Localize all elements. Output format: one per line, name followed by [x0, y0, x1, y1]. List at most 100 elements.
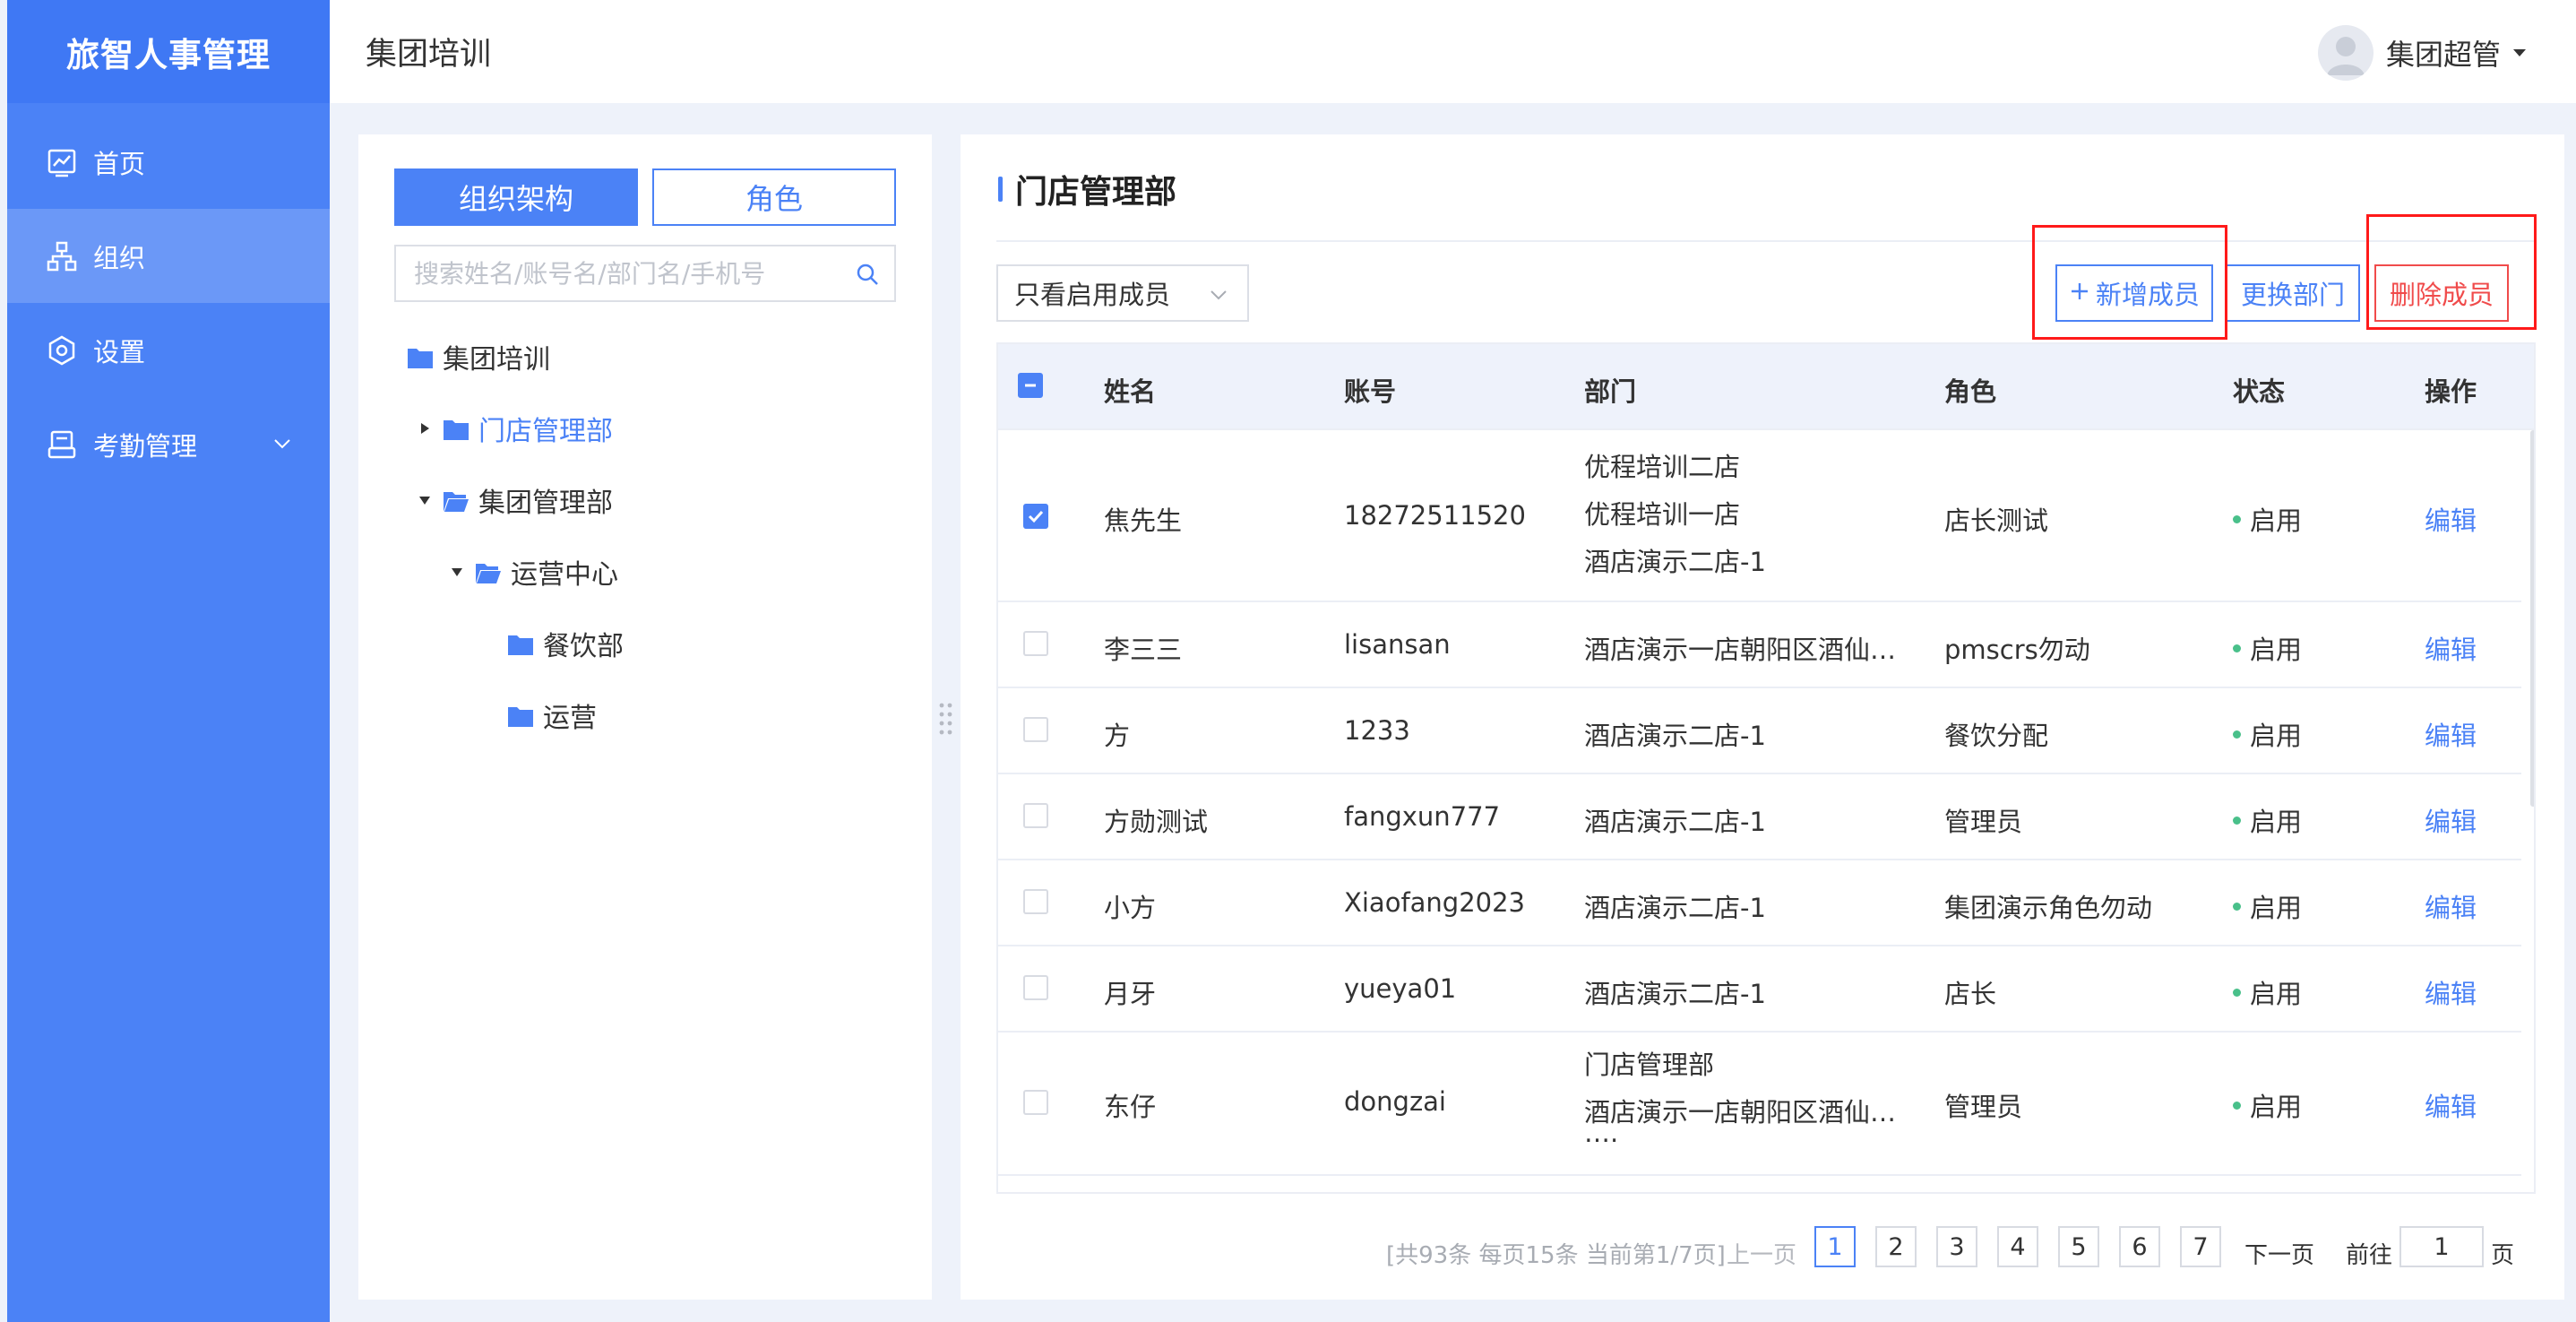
highlight-box-delete	[2366, 214, 2537, 330]
department-line: 优程培训二店	[1584, 452, 1741, 482]
cell-department: 门店管理部 酒店演示一店朝阳区酒仙… ….	[1584, 1041, 1896, 1146]
caret-right-icon[interactable]	[416, 419, 434, 437]
highlight-box-add	[2032, 225, 2227, 340]
sidebar-item-settings[interactable]: 设置	[7, 303, 330, 397]
folder-icon	[443, 417, 470, 440]
table-scrollbar[interactable]	[2530, 430, 2534, 807]
tree-node-label: 门店管理部	[478, 416, 613, 447]
edit-link[interactable]: 编辑	[2425, 887, 2477, 925]
sidebar-item-home[interactable]: 首页	[7, 115, 330, 209]
folder-open-icon	[475, 560, 502, 583]
column-header-action: 操作	[2425, 376, 2477, 407]
department-line: 酒店演示二店-1	[1584, 547, 1766, 577]
change-department-button[interactable]: 更换部门	[2226, 264, 2360, 322]
table-row: 小方 Xiaofang2023 酒店演示二店-1 集团演示角色勿动 启用 编辑	[998, 860, 2521, 946]
table-header: 姓名 账号 部门 角色 状态 操作	[998, 344, 2534, 430]
tab-org-structure[interactable]: 组织架构	[394, 168, 638, 226]
sidebar-item-org[interactable]: 组织	[7, 209, 330, 303]
prev-page-button[interactable]: 上一页	[1727, 1237, 1796, 1270]
caret-down-icon[interactable]	[416, 491, 434, 509]
cell-account: fangxun777	[1344, 801, 1501, 832]
row-checkbox[interactable]	[1023, 975, 1048, 1000]
department-title-text: 门店管理部	[1015, 174, 1177, 211]
page-button-4[interactable]: 4	[1997, 1226, 2038, 1267]
edit-link[interactable]: 编辑	[2425, 973, 2477, 1011]
edit-link[interactable]: 编辑	[2425, 801, 2477, 839]
tree-node-label: 运营中心	[511, 559, 618, 591]
status-dot	[2233, 730, 2241, 739]
row-checkbox[interactable]	[1023, 504, 1048, 529]
row-checkbox[interactable]	[1023, 803, 1048, 828]
row-checkbox[interactable]	[1023, 1090, 1048, 1115]
cell-department: 酒店演示一店朝阳区酒仙…	[1584, 635, 1897, 665]
status-dot	[2233, 514, 2241, 523]
chart-line-icon	[47, 147, 77, 177]
status-dot	[2233, 644, 2241, 652]
edit-link[interactable]: 编辑	[2425, 1086, 2477, 1124]
page-button-1[interactable]: 1	[1814, 1226, 1856, 1267]
member-panel: 门店管理部 只看启用成员 新增成员 更换部门 删除成员 姓名 账号 部门 角色 …	[961, 134, 2564, 1300]
edit-link[interactable]: 编辑	[2425, 500, 2477, 538]
row-checkbox[interactable]	[1023, 889, 1048, 914]
page-title: 集团培训	[366, 37, 492, 73]
tree-node-label: 运营	[543, 703, 597, 734]
status-badge: 启用	[2233, 715, 2302, 753]
row-checkbox[interactable]	[1023, 631, 1048, 656]
sidebar-item-attendance[interactable]: 考勤管理	[7, 397, 330, 491]
select-all-checkbox[interactable]	[1018, 373, 1043, 398]
cell-role: 店长测试	[1944, 505, 2049, 536]
chevron-down-icon	[1208, 284, 1229, 306]
cell-role: 店长	[1944, 979, 1997, 1009]
tree-node-label: 集团管理部	[478, 488, 613, 519]
page-button-7[interactable]: 7	[2180, 1226, 2221, 1267]
top-header: 集团培训 集团超管	[330, 0, 2576, 103]
pagination: [共93条 每页15条 当前第1/7页] 上一页 1 2 3 4 5 6 7 下…	[961, 1226, 2564, 1276]
table-row: 李三三 lisansan 酒店演示一店朝阳区酒仙… pmscrs勿动 启用 编辑	[998, 602, 2521, 688]
page-button-3[interactable]: 3	[1936, 1226, 1977, 1267]
user-menu[interactable]: 集团超管	[2317, 25, 2526, 81]
member-filter-select[interactable]: 只看启用成员	[996, 264, 1249, 322]
status-badge: 启用	[2233, 500, 2302, 538]
tree-node-root[interactable]: 集团培训	[407, 334, 550, 379]
cell-name: 焦先生	[1104, 505, 1183, 536]
cell-account: Xiaofang2023	[1344, 887, 1526, 918]
edit-link[interactable]: 编辑	[2425, 629, 2477, 667]
tree-node-group-mgmt[interactable]: 集团管理部	[416, 478, 613, 523]
tree-node-catering[interactable]: 餐饮部	[507, 621, 624, 666]
next-page-button[interactable]: 下一页	[2244, 1237, 2314, 1270]
page-button-5[interactable]: 5	[2058, 1226, 2099, 1267]
cell-department: 酒店演示二店-1	[1584, 893, 1766, 923]
status-text: 启用	[2250, 721, 2303, 751]
tree-node-store-mgmt[interactable]: 门店管理部	[416, 406, 613, 451]
page-suffix: 页	[2491, 1242, 2515, 1269]
column-header-department: 部门	[1584, 376, 1637, 407]
status-text: 启用	[2250, 979, 2303, 1009]
cell-account: yueya01	[1344, 973, 1457, 1004]
edit-link[interactable]: 编辑	[2425, 715, 2477, 753]
cell-role: 管理员	[1944, 1092, 2023, 1122]
row-checkbox[interactable]	[1023, 717, 1048, 742]
cell-name: 月牙	[1104, 979, 1157, 1009]
member-table: 姓名 账号 部门 角色 状态 操作 焦先生 18272511520 优程培训二店…	[996, 342, 2536, 1194]
page-button-2[interactable]: 2	[1875, 1226, 1917, 1267]
status-badge: 启用	[2233, 801, 2302, 839]
tree-node-label: 餐饮部	[543, 631, 624, 662]
caret-down-icon[interactable]	[448, 563, 466, 581]
page-button-6[interactable]: 6	[2119, 1226, 2160, 1267]
sidebar-item-label: 首页	[93, 148, 146, 179]
panel-resize-handle[interactable]	[937, 701, 955, 737]
cell-name: 方勋测试	[1104, 807, 1209, 837]
status-text: 启用	[2250, 1092, 2303, 1122]
search-input[interactable]	[414, 258, 844, 289]
pagination-summary: [共93条 每页15条 当前第1/7页]	[1386, 1242, 1726, 1269]
column-header-account: 账号	[1344, 376, 1397, 407]
tree-node-ops-center[interactable]: 运营中心	[448, 549, 618, 594]
divider	[996, 240, 2536, 242]
tab-roles[interactable]: 角色	[652, 168, 896, 226]
tree-node-operations[interactable]: 运营	[507, 693, 597, 738]
clipboard-icon	[47, 429, 77, 460]
goto-page-input[interactable]	[2399, 1226, 2484, 1267]
department-title: 门店管理部	[998, 166, 1176, 212]
search-icon[interactable]	[855, 262, 880, 287]
column-header-status: 状态	[2233, 376, 2286, 407]
